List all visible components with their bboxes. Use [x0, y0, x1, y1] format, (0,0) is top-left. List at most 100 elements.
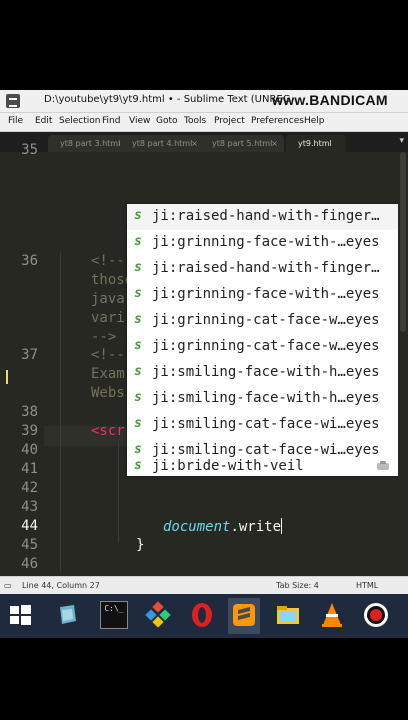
- line-number-current: 44: [21, 518, 38, 534]
- tab-yt8-part-4[interactable]: yt8 part 4.html ×: [120, 135, 204, 152]
- sublime-text-icon[interactable]: [230, 601, 258, 629]
- tab-label: yt8 part 4.html: [132, 139, 193, 148]
- autocomplete-item-label: ji:smiling-face-with-h…eyes: [152, 390, 380, 406]
- code-write-method: .write: [230, 519, 282, 535]
- autocomplete-popup[interactable]: s ji:raised-hand-with-finger… s ji:grinn…: [127, 204, 398, 476]
- snippet-kind-icon: s: [134, 260, 142, 275]
- line-number: 42: [21, 480, 38, 496]
- autocomplete-item-label: ji:grinning-face-with-…eyes: [152, 286, 380, 302]
- snippet-kind-icon: s: [134, 338, 142, 353]
- snippet-kind-icon: s: [134, 286, 142, 301]
- terminal-icon[interactable]: C:\_: [100, 601, 128, 629]
- code-document-object: document: [163, 519, 231, 535]
- cursor-position: Line 44, Column 27: [22, 581, 100, 590]
- tab-bar: yt8 part 3.html × yt8 part 4.html × yt8 …: [0, 132, 408, 152]
- autocomplete-item-label: ji:raised-hand-with-finger…: [152, 260, 380, 276]
- screenshot-frame: D:\youtube\yt9\yt9.html • - Sublime Text…: [0, 90, 408, 638]
- menu-view[interactable]: View: [129, 116, 150, 126]
- vertical-scrollbar[interactable]: [398, 152, 408, 576]
- autocomplete-item-label: ji:smiling-face-with-h…eyes: [152, 364, 380, 380]
- menu-preferences[interactable]: Preferences: [251, 116, 304, 126]
- autocomplete-item[interactable]: s ji:grinning-cat-face-w…eyes: [127, 334, 398, 360]
- snippet-kind-icon: s: [134, 364, 142, 379]
- snippet-kind-icon: s: [134, 208, 142, 223]
- tab-yt8-part-3[interactable]: yt8 part 3.html ×: [48, 135, 130, 152]
- line-number: 39: [21, 423, 38, 439]
- opera-icon[interactable]: [188, 601, 216, 629]
- autocomplete-item-label: ji:grinning-cat-face-w…eyes: [152, 338, 380, 354]
- snippet-kind-icon: s: [134, 390, 142, 405]
- line-number: 41: [21, 461, 38, 477]
- line-number: 36: [21, 253, 38, 269]
- autocomplete-item[interactable]: s ji:bride-with-veil: [127, 456, 398, 476]
- tab-label: yt8 part 3.html: [60, 139, 121, 148]
- menu-goto[interactable]: Goto: [156, 116, 178, 126]
- code-comment-text: vari: [91, 310, 125, 326]
- status-bar: ▭ Line 44, Column 27 Tab Size: 4 HTML: [0, 576, 408, 595]
- app-icon[interactable]: [54, 601, 82, 629]
- line-number: 40: [21, 442, 38, 458]
- menu-find[interactable]: Find: [102, 116, 120, 126]
- menu-selection[interactable]: Selection: [59, 116, 100, 126]
- autocomplete-item[interactable]: s ji:grinning-face-with-…eyes: [127, 282, 398, 308]
- tab-size[interactable]: Tab Size: 4: [276, 581, 319, 590]
- windows-start-icon[interactable]: [6, 601, 34, 629]
- resize-grip-icon[interactable]: [376, 460, 390, 472]
- line-number: 37: [21, 347, 38, 363]
- autocomplete-item[interactable]: s ji:raised-hand-with-finger…: [127, 204, 398, 230]
- snippet-kind-icon: s: [134, 442, 142, 457]
- autocomplete-item[interactable]: s ji:grinning-cat-face-w…eyes: [127, 308, 398, 334]
- autocomplete-item[interactable]: s ji:smiling-face-with-h…eyes: [127, 386, 398, 412]
- tab-yt9[interactable]: yt9.html: [286, 135, 346, 152]
- indent-guide: [118, 442, 119, 542]
- line-number: 38: [21, 404, 38, 420]
- bandicam-watermark: www.BANDICAM: [272, 92, 388, 108]
- monitor-icon[interactable]: ▭: [4, 581, 12, 590]
- close-icon[interactable]: ×: [191, 135, 198, 152]
- title-bar: D:\youtube\yt9\yt9.html • - Sublime Text…: [0, 90, 408, 113]
- autocomplete-item[interactable]: s ji:grinning-face-with-…eyes: [127, 230, 398, 256]
- menu-project[interactable]: Project: [214, 116, 245, 126]
- modified-line-marker: [6, 370, 8, 384]
- menu-tools[interactable]: Tools: [184, 116, 206, 126]
- snippet-kind-icon: s: [134, 416, 142, 431]
- autocomplete-item[interactable]: s ji:smiling-face-with-h…eyes: [127, 360, 398, 386]
- autocomplete-item[interactable]: s ji:smiling-cat-face-wi…eyes: [127, 412, 398, 438]
- text-cursor: [281, 518, 283, 534]
- line-number: 46: [21, 556, 38, 572]
- code-comment-open: <!--: [91, 253, 125, 269]
- menu-edit[interactable]: Edit: [35, 116, 52, 126]
- autocomplete-item-label: ji:raised-hand-with-finger…: [152, 208, 380, 224]
- close-icon[interactable]: ×: [271, 135, 278, 152]
- autocomplete-item-label: ji:grinning-face-with-…eyes: [152, 234, 380, 250]
- menu-bar: File Edit Selection Find View Goto Tools…: [0, 113, 408, 132]
- syntax-mode[interactable]: HTML: [356, 581, 378, 590]
- code-editor[interactable]: 35 36 37 38 39 40 41 42 43 44 45 46 47 4…: [0, 142, 408, 638]
- tab-overflow-chevron-icon[interactable]: ▾: [399, 136, 404, 146]
- snippet-kind-icon: s: [134, 234, 142, 249]
- bandicam-record-icon[interactable]: [362, 601, 390, 629]
- snippet-kind-icon: s: [134, 458, 142, 473]
- scrollbar-thumb[interactable]: [400, 152, 406, 332]
- file-explorer-icon[interactable]: [274, 601, 302, 629]
- code-closing-brace: }: [136, 537, 145, 553]
- code-comment-text: Exam: [91, 366, 125, 382]
- code-comment-text: java: [91, 291, 125, 307]
- tab-yt8-part-5[interactable]: yt8 part 5.html ×: [200, 135, 284, 152]
- line-number: 45: [21, 537, 38, 553]
- vlc-icon[interactable]: [318, 601, 346, 629]
- code-comment-open: <!--: [91, 347, 125, 363]
- menu-help[interactable]: Help: [304, 116, 325, 126]
- code-comment-text: Webs: [91, 385, 125, 401]
- indent-guide: [60, 252, 61, 572]
- menu-file[interactable]: File: [8, 116, 23, 126]
- network-icon[interactable]: [144, 601, 172, 629]
- autocomplete-item-label: ji:grinning-cat-face-w…eyes: [152, 312, 380, 328]
- sublime-app-icon: [6, 94, 20, 108]
- autocomplete-item[interactable]: s ji:raised-hand-with-finger…: [127, 256, 398, 282]
- code-script-tag: <scr: [91, 423, 125, 439]
- code-comment-close: -->: [91, 329, 117, 345]
- line-number: 35: [21, 142, 38, 158]
- snippet-kind-icon: s: [134, 312, 142, 327]
- tab-label: yt8 part 5.html: [212, 139, 273, 148]
